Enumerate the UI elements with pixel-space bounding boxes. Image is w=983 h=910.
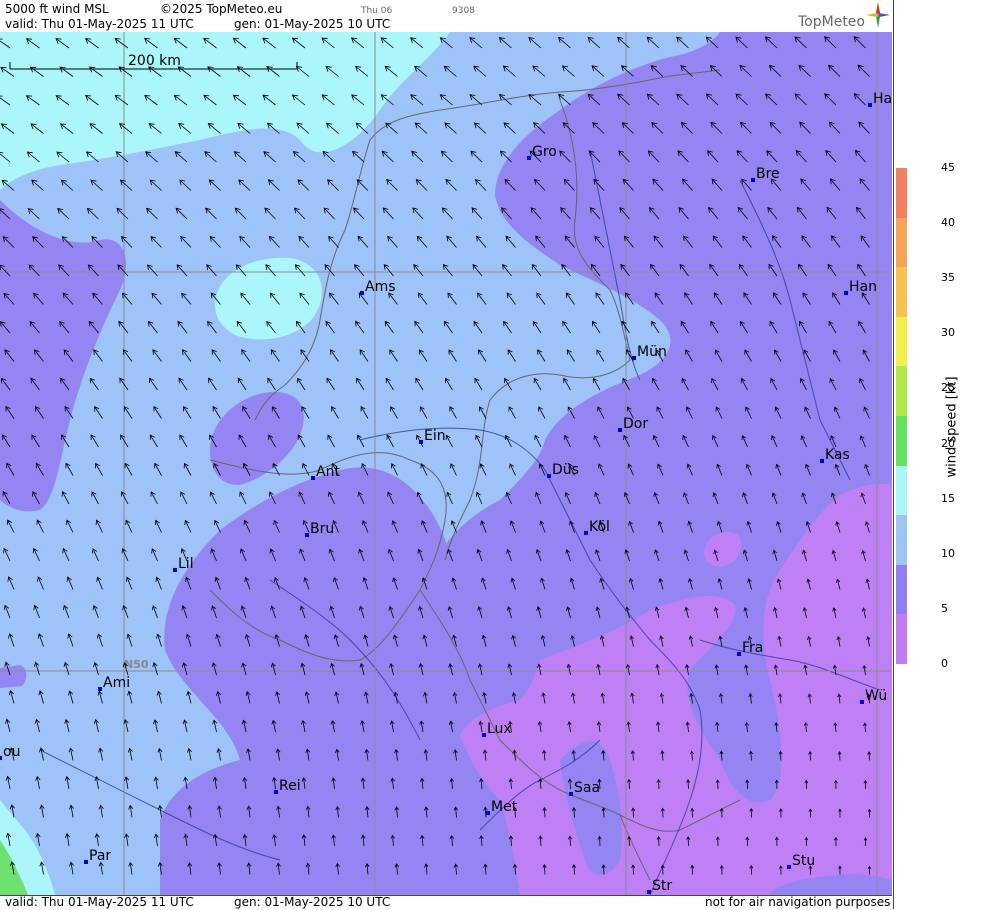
copyright: ©2025 TopMeteo.eu [160, 2, 283, 16]
city-label: Ams [365, 279, 396, 295]
map-footer: valid: Thu 01-May-2025 11 UTC gen: 01-Ma… [0, 895, 892, 910]
city-marker[interactable] [618, 428, 622, 432]
city-label: Lux [487, 721, 512, 737]
city-label: Stu [792, 853, 815, 869]
city-marker[interactable] [486, 811, 490, 815]
legend-color-segment [896, 564, 907, 615]
generated-time: gen: 01-May-2025 10 UTC [234, 17, 391, 31]
city-label: Mün [637, 344, 667, 360]
city-label: Str [652, 878, 672, 894]
city-label: Ant [316, 464, 340, 480]
city-label: Ami [103, 675, 130, 691]
city-label: Han [849, 279, 877, 295]
legend-color-bar [896, 168, 907, 665]
city-label: Bru [310, 521, 334, 537]
scale-bar-label: 200 km [128, 53, 181, 69]
legend-color-segment [896, 217, 907, 268]
product-title: 5000 ft wind MSL [5, 2, 109, 16]
city-marker[interactable] [584, 531, 588, 535]
legend-color-segment [896, 515, 907, 566]
legend-color-segment [896, 267, 907, 318]
city-label: Rei [279, 778, 301, 794]
city-marker[interactable] [737, 652, 741, 656]
city-marker[interactable] [868, 103, 872, 107]
city-marker[interactable] [173, 568, 177, 572]
legend-tick-label: 10 [941, 546, 955, 560]
wind-map-canvas: N50 200 km Gro Bre Ha Ams Han Mün Dor Ein Kas Ant… [0, 32, 892, 895]
city-marker[interactable] [0, 756, 2, 760]
legend-tick-label: 45 [941, 161, 955, 174]
city-marker[interactable] [632, 356, 636, 360]
valid-time: valid: Thu 01-May-2025 11 UTC [5, 17, 194, 31]
legend-tick-label: 0 [941, 657, 948, 670]
legend-title: wind speed [kt] [944, 376, 960, 478]
city-label: Dor [623, 416, 648, 432]
footer-disclaimer: not for air navigation purposes [705, 895, 891, 909]
city-marker[interactable] [844, 291, 848, 295]
footer-generated-time: gen: 01-May-2025 10 UTC [234, 895, 391, 909]
city-marker[interactable] [98, 687, 102, 691]
legend-tick-label: 5 [941, 601, 948, 615]
city-marker[interactable] [84, 860, 88, 864]
city-marker[interactable] [311, 476, 315, 480]
wind-zone-light-small [0, 665, 27, 688]
legend-color-segment [896, 416, 907, 467]
brand-name: TopMeteo [798, 14, 865, 30]
city-label: ou [3, 744, 20, 760]
legend-tick-label: 35 [941, 271, 955, 285]
city-marker[interactable] [751, 178, 755, 182]
city-label: Kas [825, 447, 850, 463]
legend-color-segment [896, 614, 907, 665]
compass-logo-icon [866, 2, 890, 28]
city-marker[interactable] [569, 792, 573, 796]
city-marker[interactable] [274, 790, 278, 794]
city-marker[interactable] [360, 291, 364, 295]
city-marker[interactable] [787, 865, 791, 869]
map-header: 5000 ft wind MSL ©2025 TopMeteo.eu Thu 0… [0, 0, 892, 32]
city-label: Fra [742, 640, 763, 656]
city-label: Ein [424, 428, 446, 444]
city-label: Wü [865, 688, 887, 704]
city-marker[interactable] [419, 440, 423, 444]
code-small: 9308 [452, 6, 475, 16]
city-marker[interactable] [482, 733, 486, 737]
day-small: Thu 06 [361, 6, 393, 16]
legend-tick-label: 15 [941, 491, 955, 505]
city-marker[interactable] [547, 474, 551, 478]
wind-map[interactable]: N50 200 km Gro Bre Ha Ams Han Mün Dor Ein Kas Ant… [0, 32, 892, 895]
legend-color-segment [896, 316, 907, 367]
city-label: Ha [873, 91, 892, 107]
city-marker[interactable] [305, 533, 309, 537]
city-label: Gro [532, 144, 557, 160]
city-marker[interactable] [860, 700, 864, 704]
grid-label-n50: N50 [124, 658, 149, 671]
city-label: Saa [574, 780, 600, 796]
city-label: Lil [178, 556, 194, 572]
city-marker[interactable] [820, 459, 824, 463]
legend-tick-label: 40 [941, 216, 955, 230]
city-label: Met [491, 799, 518, 815]
legend-color-segment [896, 366, 907, 417]
footer-valid-time: valid: Thu 01-May-2025 11 UTC [5, 895, 194, 909]
legend-color-segment [896, 168, 907, 219]
legend-tick-label: 30 [941, 326, 955, 340]
wind-speed-legend: 45 40 35 30 25 20 15 10 5 0 wind speed [kt] [893, 0, 983, 909]
city-marker[interactable] [527, 156, 531, 160]
city-marker[interactable] [647, 890, 651, 894]
city-label: Par [89, 848, 111, 864]
city-label: Bre [756, 166, 780, 182]
legend-color-segment [896, 465, 907, 516]
city-label: Düs [552, 462, 579, 478]
city-label: Köl [589, 519, 610, 535]
